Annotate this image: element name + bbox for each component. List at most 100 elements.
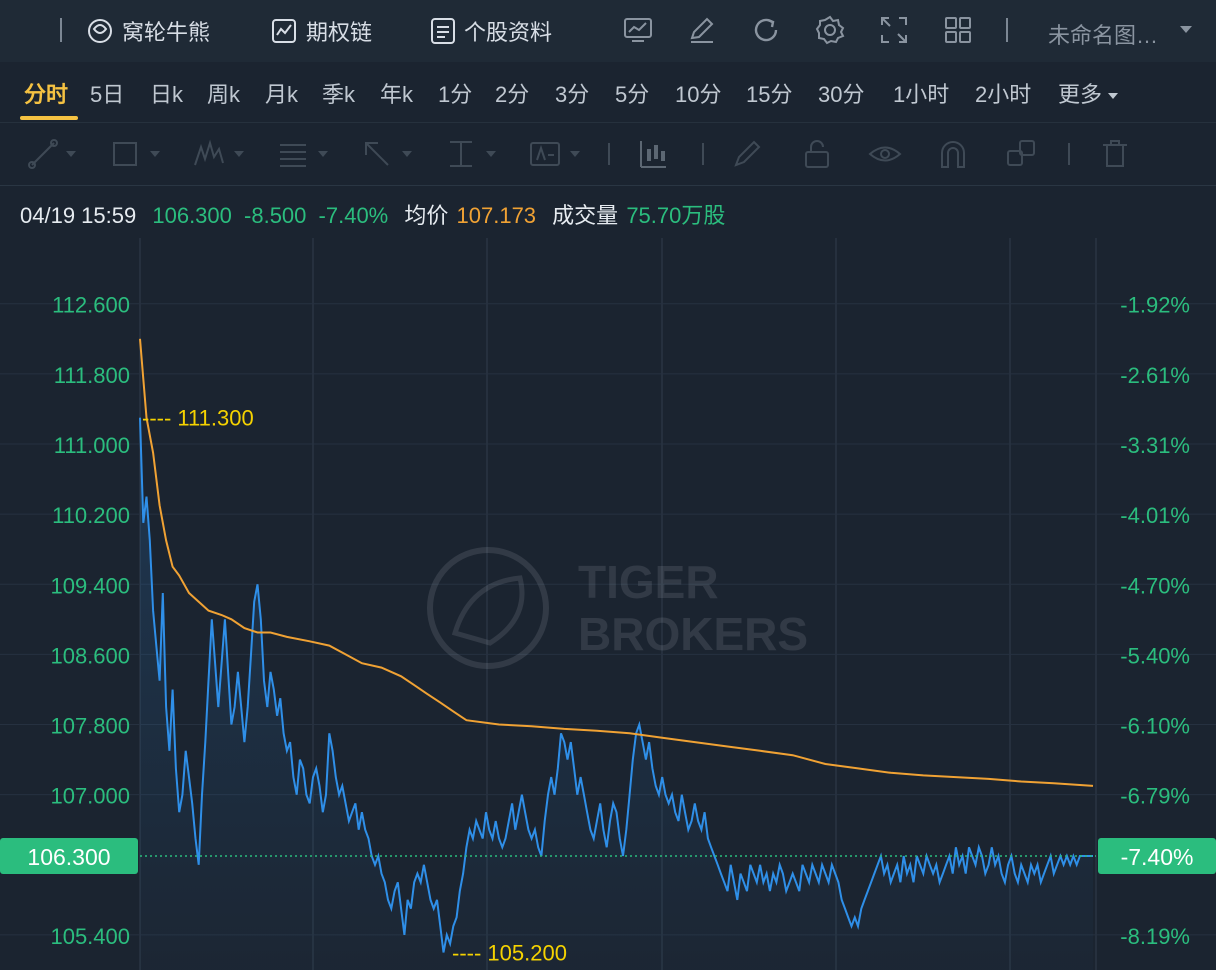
tab-more[interactable]: 更多 [1058,77,1119,109]
current-pct-badge-label: -7.40% [1121,844,1194,870]
tab-yearly[interactable]: 年k [380,77,413,109]
period-tabs: 分时 5日 日k 周k 月k 季k 年k 1分 2分 3分 5分 10分 15分… [0,62,1216,122]
tab-15min[interactable]: 15分 [746,77,792,109]
watermark-line2: BROKERS [578,608,808,660]
chevron-down-icon [1108,93,1119,100]
trash-icon[interactable] [1098,137,1132,171]
chevron-down-icon[interactable] [150,151,160,157]
stock-info-label: 个股资料 [464,20,553,45]
y-tick-label-left: 112.600 [52,293,130,318]
quote-change-pct: -7.40% [318,203,389,228]
y-tick-label-right: -8.19% [1120,924,1190,949]
brush-icon[interactable] [730,137,764,171]
chevron-down-icon[interactable] [570,151,580,157]
y-tick-label-right: -1.92% [1120,293,1190,318]
document-icon [431,18,455,44]
rectangle-icon[interactable] [108,137,142,171]
tab-daily[interactable]: 日k [150,77,183,109]
high-price-annotation: ---- 111.300 [142,406,254,431]
y-tick-label-left: 111.000 [54,433,130,458]
y-tick-label-left: 107.000 [50,784,130,809]
chevron-down-icon[interactable] [1180,26,1192,33]
tab-2hour[interactable]: 2小时 [975,77,1031,109]
chart-line-icon [272,19,296,43]
options-chain-label: 期权链 [306,20,373,45]
tab-2min[interactable]: 2分 [495,77,529,109]
tab-10min[interactable]: 10分 [675,77,721,109]
eye-icon[interactable] [868,137,902,171]
active-tab-indicator [20,116,78,120]
tab-more-label: 更多 [1058,82,1103,107]
tab-1min[interactable]: 1分 [438,77,472,109]
gear-icon[interactable] [814,14,846,46]
chart-svg: TIGER BROKERS 112.600 -1.92% 111.800 -2.61%… [0,238,1216,970]
y-tick-label-right: -2.61% [1120,363,1190,388]
y-tick-label-right: -4.70% [1120,573,1190,598]
chevron-down-icon[interactable] [318,151,328,157]
avg-price-value: 107.173 [456,203,537,228]
candlestick-icon[interactable] [636,137,670,171]
fullscreen-icon[interactable] [878,14,910,46]
tool-separator [702,143,704,165]
y-tick-label-right: -6.79% [1120,784,1190,809]
avg-price-label: 均价 [404,203,449,228]
volume-value: 75.70万股 [626,203,726,228]
chevron-down-icon[interactable] [486,151,496,157]
indicator-icon[interactable] [622,14,654,46]
y-tick-label-right: -6.10% [1120,714,1190,739]
tab-intraday[interactable]: 分时 [24,77,68,109]
quote-change: -8.500 [244,203,307,228]
y-tick-label-left: 108.600 [50,643,130,668]
y-tick-label-right: -5.40% [1120,643,1190,668]
tiger-logo-stripe [451,575,525,646]
tab-1hour[interactable]: 1小时 [893,77,949,109]
arrow-icon[interactable] [360,137,394,171]
bull-bear-button[interactable]: 窝轮牛熊 [86,14,210,48]
toolbar-separator [1006,18,1008,42]
tab-quarterly[interactable]: 季k [322,77,355,109]
tool-separator [608,143,610,165]
intraday-chart[interactable]: TIGER BROKERS 112.600 -1.92% 111.800 -2.61%… [0,238,1216,970]
tab-5day[interactable]: 5日 [90,77,124,109]
current-price-badge-label: 106.300 [27,844,110,870]
low-price-annotation: ---- 105.200 [452,940,567,965]
pencil-icon[interactable] [686,14,718,46]
wave-pattern-icon[interactable] [192,137,226,171]
y-tick-label-left: 109.400 [50,573,130,598]
fibonacci-icon[interactable] [276,137,310,171]
text-annotation-icon[interactable] [528,137,562,171]
chart-name-selector[interactable]: 未命名图… [1048,18,1158,50]
tool-separator [1068,143,1070,165]
tab-30min[interactable]: 30分 [818,77,864,109]
chevron-down-icon[interactable] [234,151,244,157]
chevron-down-icon[interactable] [66,151,76,157]
toolbar-separator [60,18,62,42]
y-tick-label-right: -3.31% [1120,433,1190,458]
quote-price: 106.300 [152,203,232,228]
y-tick-label-left: 105.400 [50,924,130,949]
options-chain-button[interactable]: 期权链 [270,14,372,48]
tab-weekly[interactable]: 周k [207,77,240,109]
y-tick-label-left: 110.200 [52,503,130,528]
lock-icon[interactable] [800,137,834,171]
stock-info-button[interactable]: 个股资料 [430,14,552,48]
refresh-icon[interactable] [750,14,782,46]
y-tick-label-left: 111.800 [54,363,130,388]
drawing-toolbar [0,122,1216,186]
measure-icon[interactable] [444,137,478,171]
tiger-logo-icon [427,547,549,669]
y-tick-label-left: 107.800 [50,714,130,739]
bull-bear-icon [88,19,112,43]
tab-monthly[interactable]: 月k [265,77,298,109]
trend-line-icon[interactable] [26,137,60,171]
magnet-icon[interactable] [936,137,970,171]
layout-grid-icon[interactable] [942,14,974,46]
layers-icon[interactable] [1004,137,1038,171]
chevron-down-icon[interactable] [402,151,412,157]
watermark-line1: TIGER [578,556,719,608]
tab-5min[interactable]: 5分 [615,77,649,109]
y-tick-label-right: -4.01% [1120,503,1190,528]
quote-info-bar: 04/19 15:59 106.300 -8.500 -7.40% 均价 107… [20,198,735,230]
price-area-fill [140,417,1093,970]
tab-3min[interactable]: 3分 [555,77,589,109]
